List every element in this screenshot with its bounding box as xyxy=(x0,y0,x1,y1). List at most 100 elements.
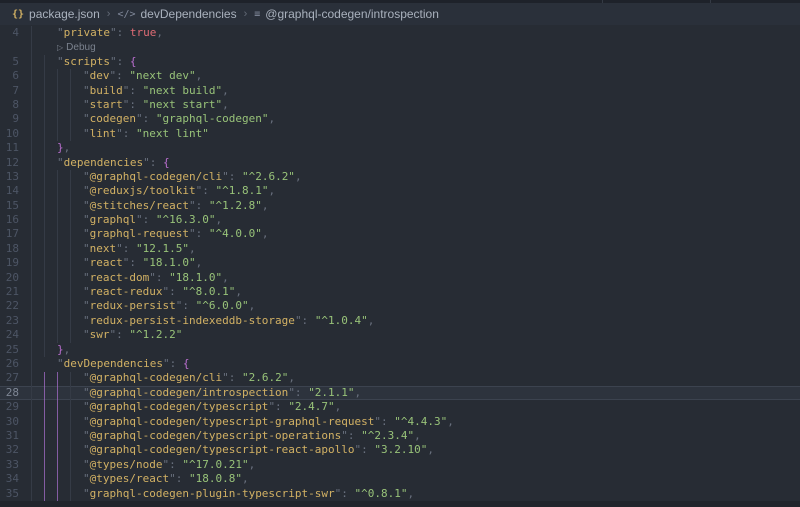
line-content: "build": "next build", xyxy=(83,84,229,98)
active-indent-guide xyxy=(44,372,45,502)
line-number[interactable]: 20 xyxy=(0,271,19,285)
code-line[interactable]: 4"private": true, xyxy=(0,26,800,40)
line-number[interactable]: 24 xyxy=(0,328,19,342)
quote-colon: ": xyxy=(136,112,156,125)
code-line[interactable]: 25}, xyxy=(0,343,800,357)
line-number[interactable]: 30 xyxy=(0,415,19,429)
code-line[interactable]: 27"@graphql-codegen/cli": "2.6.2", xyxy=(0,371,800,385)
quote: " xyxy=(83,271,90,284)
line-number[interactable]: 34 xyxy=(0,472,19,486)
code-line[interactable]: 26"devDependencies": { xyxy=(0,357,800,371)
code-line[interactable]: 7 "build": "next build", xyxy=(0,84,800,98)
breadcrumb-item-property[interactable]: ≡ @graphql-codegen/introspection xyxy=(254,7,439,21)
code-line[interactable]: 32"@graphql-codegen/typescript-react-apo… xyxy=(0,443,800,457)
code-line[interactable]: 17"graphql-request": "^4.0.0", xyxy=(0,227,800,241)
code-line[interactable]: 35"graphql-codegen-plugin-typescript-swr… xyxy=(0,487,800,501)
line-number[interactable]: 25 xyxy=(0,343,19,357)
line-number[interactable]: 22 xyxy=(0,299,19,313)
code-line[interactable]: 16"graphql": "^16.3.0", xyxy=(0,213,800,227)
json-key: graphql xyxy=(90,213,136,226)
code-line[interactable]: 18"next": "12.1.5", xyxy=(0,242,800,256)
line-content: "swr": "^1.2.2" xyxy=(83,328,182,342)
line-content: "redux-persist": "^6.0.0", xyxy=(83,299,255,313)
quote: " xyxy=(83,386,90,399)
line-number[interactable]: 19 xyxy=(0,256,19,270)
quote-colon: ": xyxy=(110,328,130,341)
code-line[interactable]: 24 "swr": "^1.2.2" xyxy=(0,328,800,342)
code-line[interactable]: 8"start": "next start", xyxy=(0,98,800,112)
line-number[interactable]: 29 xyxy=(0,400,19,414)
code-line[interactable]: 29"@graphql-codegen/typescript": "2.4.7"… xyxy=(0,400,800,414)
line-number[interactable]: 9 xyxy=(0,112,19,126)
line-number[interactable]: 23 xyxy=(0,314,19,328)
code-line[interactable]: 10"lint": "next lint" xyxy=(0,127,800,141)
quote-colon: ": xyxy=(189,199,209,212)
line-number[interactable]: 21 xyxy=(0,285,19,299)
line-number[interactable]: 32 xyxy=(0,443,19,457)
line-number[interactable]: 18 xyxy=(0,242,19,256)
comma: , xyxy=(414,429,421,442)
code-line[interactable]: 31"@graphql-codegen/typescript-operation… xyxy=(0,429,800,443)
code-line[interactable]: 28"@graphql-codegen/introspection": "2.1… xyxy=(0,386,800,400)
editor-bottom-edge xyxy=(0,501,800,507)
code-line[interactable]: 23"redux-persist-indexeddb-storage": "^1… xyxy=(0,314,800,328)
line-number[interactable]: 17 xyxy=(0,227,19,241)
quote-colon: ": xyxy=(116,242,136,255)
code-line[interactable]: 12"dependencies": { xyxy=(0,156,800,170)
line-number[interactable]: 14 xyxy=(0,184,19,198)
line-number[interactable]: 7 xyxy=(0,84,19,98)
code-line[interactable]: 6"dev": "next dev", xyxy=(0,69,800,83)
json-key: swr xyxy=(90,328,110,341)
code-line[interactable]: 22 "redux-persist": "^6.0.0", xyxy=(0,299,800,313)
line-number[interactable]: 6 xyxy=(0,69,19,83)
code-line[interactable]: 30"@graphql-codegen/typescript-graphql-r… xyxy=(0,415,800,429)
code-line[interactable]: 33"@types/node": "^17.0.21", xyxy=(0,458,800,472)
line-number[interactable]: 16 xyxy=(0,213,19,227)
json-string-value: "^4.0.0" xyxy=(209,227,262,240)
line-number[interactable]: 26 xyxy=(0,357,19,371)
breadcrumb-item-symbol[interactable]: </> devDependencies xyxy=(117,7,236,21)
quote-colon: ": xyxy=(162,285,182,298)
line-number[interactable]: 5 xyxy=(0,55,19,69)
line-number[interactable]: 33 xyxy=(0,458,19,472)
quote: " xyxy=(57,156,64,169)
code-line[interactable]: 14"@reduxjs/toolkit": "^1.8.1", xyxy=(0,184,800,198)
json-string-value: "next lint" xyxy=(136,127,209,140)
line-number[interactable]: 31 xyxy=(0,429,19,443)
line-number[interactable]: 10 xyxy=(0,127,19,141)
json-key: @graphql-codegen/cli xyxy=(90,371,222,384)
quote-colon: ": xyxy=(189,227,209,240)
comma: , xyxy=(408,487,415,500)
quote: " xyxy=(83,184,90,197)
line-number[interactable]: 35 xyxy=(0,487,19,501)
line-number[interactable]: 27 xyxy=(0,371,19,385)
quote: " xyxy=(83,458,90,471)
code-line[interactable]: 13"@graphql-codegen/cli": "^2.6.2", xyxy=(0,170,800,184)
line-number[interactable]: 12 xyxy=(0,156,19,170)
debug-codelens[interactable]: ▷Debug xyxy=(57,41,96,55)
json-string-value: "^8.0.1" xyxy=(182,285,235,298)
quote: " xyxy=(83,472,90,485)
code-line[interactable]: 11}, xyxy=(0,141,800,155)
codelens-label: Debug xyxy=(66,42,95,53)
line-number[interactable]: 11 xyxy=(0,141,19,155)
code-line[interactable]: 5"scripts": { xyxy=(0,55,800,69)
code-line[interactable]: 15"@stitches/react": "^1.2.8", xyxy=(0,199,800,213)
code-line[interactable]: 34"@types/react": "18.0.8", xyxy=(0,472,800,486)
chevron-right-icon: › xyxy=(244,8,248,20)
line-number[interactable]: 13 xyxy=(0,170,19,184)
code-line[interactable]: 19"react": "18.1.0", xyxy=(0,256,800,270)
code-line[interactable]: 20"react-dom": "18.1.0", xyxy=(0,271,800,285)
codelens-row[interactable]: ▷Debug xyxy=(0,40,800,54)
code-line[interactable]: 9"codegen": "graphql-codegen", xyxy=(0,112,800,126)
line-number[interactable]: 8 xyxy=(0,98,19,112)
quote-colon: ": xyxy=(123,98,143,111)
line-number[interactable]: 4 xyxy=(0,26,19,40)
breadcrumb-item-file[interactable]: {} package.json xyxy=(12,7,100,21)
quote: " xyxy=(57,26,64,39)
line-number[interactable]: 28 xyxy=(0,387,19,399)
line-number[interactable]: 15 xyxy=(0,199,19,213)
code-line[interactable]: 21"react-redux": "^8.0.1", xyxy=(0,285,800,299)
json-key: react-dom xyxy=(90,271,150,284)
quote: " xyxy=(83,84,90,97)
